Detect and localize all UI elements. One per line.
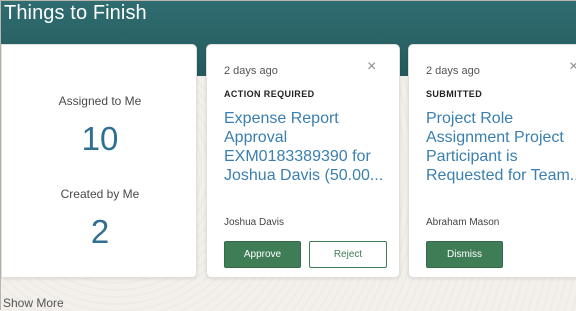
task-status: SUBMITTED — [426, 89, 483, 99]
task-person: Joshua Davis — [224, 217, 285, 228]
section-title: Things to Finish — [4, 2, 147, 24]
reject-button[interactable]: Reject — [309, 241, 387, 268]
task-status: ACTION REQUIRED — [224, 89, 315, 99]
dismiss-button[interactable]: Dismiss — [426, 241, 503, 268]
task-card-project-role: 2 days ago × SUBMITTED Project Role Assi… — [408, 44, 576, 278]
show-more-link[interactable]: Show More — [3, 296, 64, 310]
task-card-expense-report: 2 days ago × ACTION REQUIRED Expense Rep… — [206, 44, 400, 278]
summary-card: Assigned to Me 10 Created by Me 2 — [1, 44, 197, 278]
close-icon[interactable]: × — [569, 59, 576, 75]
created-by-me-count[interactable]: 2 — [2, 213, 198, 251]
task-age: 2 days ago — [224, 65, 278, 77]
created-by-me-label: Created by Me — [60, 187, 140, 201]
task-title-link[interactable]: Project Role Assignment Project Particip… — [426, 109, 576, 185]
assigned-to-me-count[interactable]: 10 — [2, 120, 198, 158]
task-age: 2 days ago — [426, 65, 480, 77]
assigned-to-me-label: Assigned to Me — [58, 94, 142, 108]
close-icon[interactable]: × — [367, 59, 376, 75]
task-person: Abraham Mason — [426, 217, 500, 228]
task-title-link[interactable]: Expense Report Approval EXM0183389390 fo… — [224, 109, 384, 185]
approve-button[interactable]: Approve — [224, 241, 301, 268]
